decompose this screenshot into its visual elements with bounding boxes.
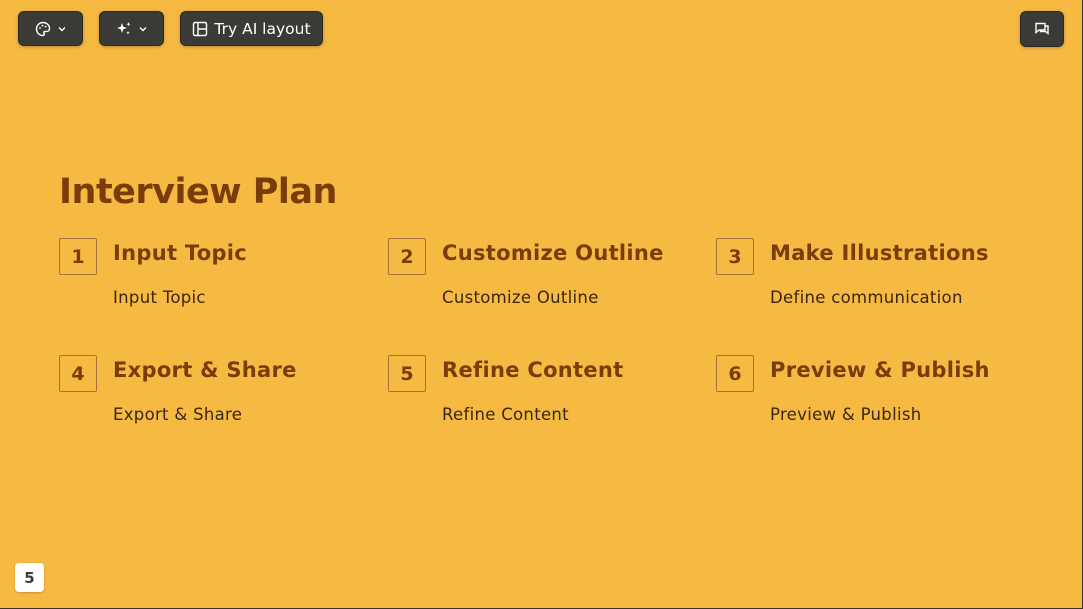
step-title: Customize Outline <box>442 241 664 265</box>
step-item[interactable]: 5 Refine Content Refine Content <box>388 355 708 445</box>
slide-title[interactable]: Interview Plan <box>59 172 337 212</box>
step-title: Export & Share <box>113 358 297 382</box>
try-ai-layout-button[interactable]: Try AI layout <box>180 11 323 46</box>
step-description: Refine Content <box>442 405 569 424</box>
step-item[interactable]: 3 Make Illustrations Define communicatio… <box>716 238 1036 328</box>
palette-icon <box>35 21 51 37</box>
step-number: 3 <box>716 238 754 275</box>
step-item[interactable]: 6 Preview & Publish Preview & Publish <box>716 355 1036 445</box>
chevron-down-icon <box>57 24 67 34</box>
step-number: 4 <box>59 355 97 392</box>
step-description: Export & Share <box>113 405 243 424</box>
step-title: Refine Content <box>442 358 624 382</box>
layout-icon <box>192 21 208 37</box>
ai-assist-button[interactable] <box>99 11 164 46</box>
step-description: Input Topic <box>113 288 206 307</box>
step-number: 5 <box>388 355 426 392</box>
step-item[interactable]: 4 Export & Share Export & Share <box>59 355 379 445</box>
step-number: 2 <box>388 238 426 275</box>
comment-icon <box>1034 21 1050 37</box>
step-title: Preview & Publish <box>770 358 990 382</box>
chevron-down-icon <box>138 24 148 34</box>
step-title: Make Illustrations <box>770 241 989 265</box>
step-number: 1 <box>59 238 97 275</box>
step-title: Input Topic <box>113 241 248 265</box>
sparkles-icon <box>116 21 132 37</box>
step-description: Define communication <box>770 288 963 307</box>
step-description: Customize Outline <box>442 288 599 307</box>
step-description: Preview & Publish <box>770 405 922 424</box>
try-ai-layout-label: Try AI layout <box>214 19 311 38</box>
page-number-badge: 5 <box>15 563 44 592</box>
comments-button[interactable] <box>1020 11 1064 47</box>
step-item[interactable]: 2 Customize Outline Customize Outline <box>388 238 708 328</box>
step-number: 6 <box>716 355 754 392</box>
slide-canvas: Try AI layout Interview Plan 1 Input Top… <box>0 0 1083 609</box>
theme-button[interactable] <box>18 11 83 46</box>
step-item[interactable]: 1 Input Topic Input Topic <box>59 238 379 328</box>
